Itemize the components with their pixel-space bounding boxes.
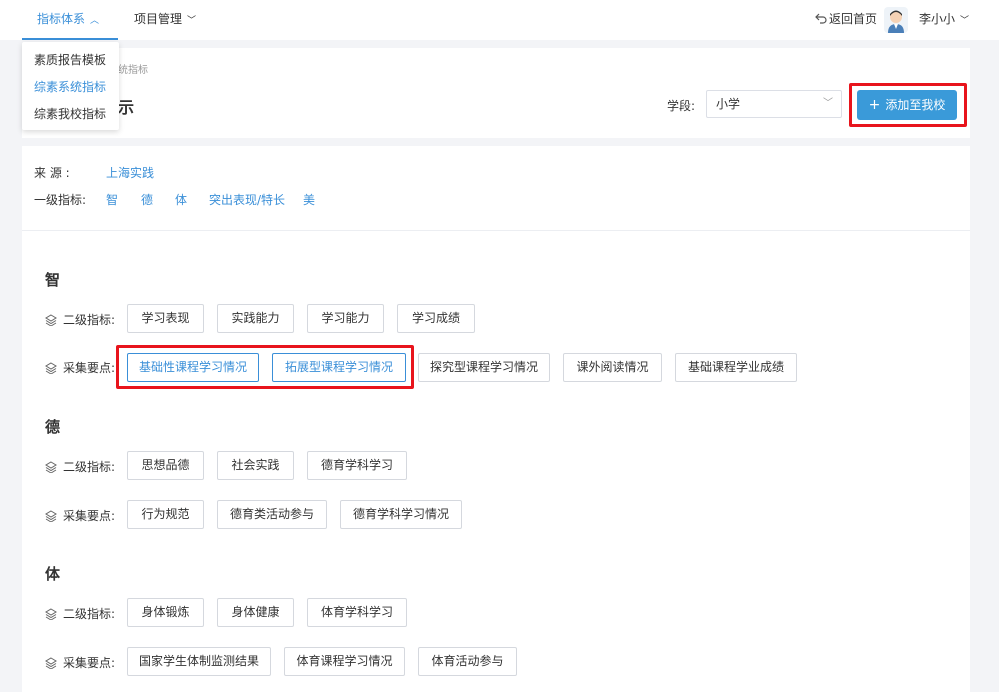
- level2-tag[interactable]: 社会实践: [217, 451, 294, 480]
- points-tag[interactable]: 行为规范: [127, 500, 204, 529]
- points-tag-selected[interactable]: 拓展型课程学习情况: [272, 353, 406, 382]
- points-row-label: 采集要点:: [45, 654, 115, 671]
- dropdown-item-report-template[interactable]: 素质报告模板: [22, 47, 119, 74]
- level1-option[interactable]: 德: [141, 191, 153, 208]
- row-label-text: 采集要点:: [63, 509, 116, 523]
- section-title: 智: [45, 271, 61, 289]
- level2-row-label: 二级指标:: [45, 458, 115, 475]
- layers-icon: [45, 461, 57, 473]
- nav-item-label: 指标体系: [37, 12, 86, 26]
- level2-tag[interactable]: 体育学科学习: [307, 598, 407, 627]
- section-title: 德: [45, 418, 61, 436]
- row-label-text: 二级指标:: [63, 313, 116, 327]
- level2-tag[interactable]: 身体健康: [217, 598, 294, 627]
- layers-icon: [45, 362, 57, 374]
- row-label-text: 二级指标:: [63, 607, 116, 621]
- add-to-school-label: 添加至我校: [885, 98, 946, 112]
- nav-item-project-management[interactable]: 项目管理 ﹀: [134, 0, 204, 40]
- level1-option[interactable]: 体: [175, 191, 187, 208]
- page-title: 示: [118, 98, 135, 117]
- points-row-label: 采集要点:: [45, 359, 115, 376]
- points-tag[interactable]: 体育活动参与: [418, 647, 517, 676]
- grade-select[interactable]: 小学 ﹀: [706, 90, 842, 118]
- points-tag[interactable]: 德育学科学习情况: [340, 500, 462, 529]
- points-tag[interactable]: 探究型课程学习情况: [418, 353, 550, 382]
- level2-row-label: 二级指标:: [45, 605, 115, 622]
- layers-icon: [45, 657, 57, 669]
- divider: [22, 230, 970, 231]
- level2-row-label: 二级指标:: [45, 311, 115, 328]
- back-arrow-icon: [815, 13, 827, 24]
- points-tag[interactable]: 课外阅读情况: [563, 353, 662, 382]
- nav-item-index-system[interactable]: 指标体系 ︿: [22, 0, 118, 40]
- row-label-text: 二级指标:: [63, 460, 116, 474]
- layers-icon: [45, 510, 57, 522]
- grade-label: 学段:: [667, 99, 696, 113]
- source-label: 来 源 :: [34, 166, 70, 180]
- row-label-text: 采集要点:: [63, 656, 116, 670]
- row-label-text: 采集要点:: [63, 361, 116, 375]
- add-to-school-button[interactable]: + 添加至我校: [857, 90, 957, 120]
- top-nav: 指标体系 ︿ 项目管理 ﹀ 返回首页 李小小 ﹀: [0, 0, 999, 40]
- layers-icon: [45, 608, 57, 620]
- level2-tag[interactable]: 实践能力: [217, 304, 294, 333]
- dropdown-item-school-index[interactable]: 综素我校指标: [22, 101, 119, 128]
- back-home-label: 返回首页: [829, 12, 878, 26]
- index-system-dropdown: 素质报告模板 综素系统指标 综素我校指标: [22, 42, 119, 130]
- layers-icon: [45, 314, 57, 326]
- user-menu[interactable]: 李小小 ﹀: [919, 0, 969, 40]
- points-row-label: 采集要点:: [45, 507, 115, 524]
- level1-option[interactable]: 突出表现/特长: [209, 191, 285, 208]
- dropdown-item-system-index[interactable]: 综素系统指标: [22, 74, 119, 101]
- breadcrumb: 统指标: [118, 65, 148, 76]
- back-home-link[interactable]: 返回首页: [815, 0, 877, 40]
- grade-select-value: 小学: [716, 97, 741, 111]
- points-tag-selected[interactable]: 基础性课程学习情况: [127, 353, 259, 382]
- level2-tag[interactable]: 学习能力: [307, 304, 384, 333]
- user-name: 李小小: [919, 12, 956, 26]
- points-tag[interactable]: 德育类活动参与: [217, 500, 327, 529]
- chevron-down-icon: ﹀: [187, 16, 197, 26]
- level2-tag[interactable]: 学习表现: [127, 304, 204, 333]
- level1-label: 一级指标:: [34, 193, 87, 207]
- source-option[interactable]: 上海实践: [106, 164, 154, 181]
- chevron-down-icon: ﹀: [823, 98, 833, 109]
- level2-tag[interactable]: 身体锻炼: [127, 598, 204, 627]
- section-title: 体: [45, 565, 61, 583]
- avatar[interactable]: [884, 7, 908, 33]
- points-tag[interactable]: 基础课程学业成绩: [675, 353, 797, 382]
- level2-tag[interactable]: 思想品德: [127, 451, 204, 480]
- chevron-up-icon: ︿: [90, 16, 100, 26]
- level2-tag[interactable]: 学习成绩: [397, 304, 475, 333]
- points-tag[interactable]: 国家学生体制监测结果: [127, 647, 271, 676]
- plus-icon: +: [868, 97, 881, 113]
- points-tag[interactable]: 体育课程学习情况: [284, 647, 405, 676]
- level2-tag[interactable]: 德育学科学习: [307, 451, 407, 480]
- level1-option[interactable]: 智: [106, 191, 118, 208]
- nav-item-label: 项目管理: [134, 12, 183, 26]
- level1-option[interactable]: 美: [303, 191, 315, 208]
- chevron-down-icon: ﹀: [960, 16, 970, 26]
